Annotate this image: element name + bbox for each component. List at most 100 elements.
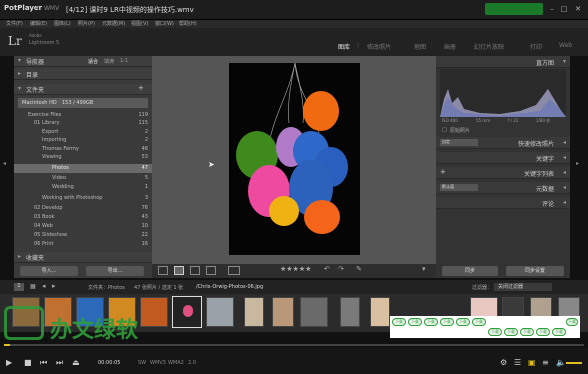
grid-view-icon[interactable]	[158, 266, 168, 275]
people-view-icon[interactable]	[228, 266, 240, 275]
filmstrip-thumb[interactable]	[244, 297, 264, 327]
previous-icon[interactable]: ⏮	[40, 358, 47, 368]
rating-stars[interactable]: ★★★★★	[280, 265, 311, 273]
download-link[interactable]: 下载	[536, 328, 550, 336]
settings-icon[interactable]: ⚙	[500, 358, 507, 367]
filmstrip-thumb[interactable]	[300, 297, 328, 327]
filmstrip-thumb-selected[interactable]	[172, 296, 202, 328]
folder-row[interactable]: Working with Photoshop 3	[14, 194, 152, 202]
folder-row[interactable]: Exercise Files 119	[14, 111, 152, 119]
promo-badge[interactable]	[485, 3, 543, 15]
catalog-header[interactable]: ▸ 目录	[14, 69, 152, 80]
drive-row[interactable]: Macintosh HD 153 / 499GB	[18, 98, 148, 108]
capture-icon[interactable]: ▣	[528, 358, 536, 367]
compare-view-icon[interactable]	[190, 266, 200, 275]
equalizer-icon[interactable]: ≡	[542, 358, 549, 367]
photo-balloons[interactable]	[229, 62, 360, 255]
import-button[interactable]: 导入...	[20, 266, 78, 276]
folder-row[interactable]: 06 Print 16	[14, 240, 152, 248]
volume-icon[interactable]: 🔈	[556, 358, 566, 367]
quick-develop-preset[interactable]: 自定	[440, 139, 478, 146]
comments-header[interactable]: 评论 ◂	[436, 197, 570, 209]
minimize-icon[interactable]: –	[548, 4, 556, 14]
sync-button[interactable]: 同步	[442, 266, 498, 276]
download-link[interactable]: 下载	[392, 318, 406, 326]
menu-window[interactable]: 窗口(W)	[155, 20, 174, 28]
folder-row[interactable]: Wedding 1	[14, 183, 152, 191]
ratio-option[interactable]: 1:1	[120, 58, 128, 64]
folders-header[interactable]: ▾ 文件夹 +	[14, 84, 152, 95]
navigator-header[interactable]: ▾ 导航器 适合 填满 1:1	[14, 56, 152, 67]
fit-option[interactable]: 适合	[88, 58, 98, 65]
metadata-preset[interactable]: 默认值	[440, 184, 478, 191]
add-folder-icon[interactable]: +	[138, 84, 144, 92]
menu-library[interactable]: 图库(L)	[54, 20, 71, 28]
menu-view[interactable]: 视图(V)	[131, 20, 148, 28]
add-keyword-icon[interactable]: +	[440, 168, 446, 176]
loupe-view-icon[interactable]	[174, 266, 184, 275]
next-icon[interactable]: ⏭	[56, 358, 63, 368]
survey-view-icon[interactable]	[206, 266, 216, 275]
close-icon[interactable]: ✕	[574, 4, 582, 14]
module-print[interactable]: 打印	[530, 42, 542, 51]
download-link[interactable]: 下载	[440, 318, 454, 326]
forward-arrow-icon[interactable]: ▸	[52, 282, 56, 290]
menu-photo[interactable]: 照片(P)	[78, 20, 95, 28]
original-photo-checkbox[interactable]: □	[442, 127, 447, 133]
collections-header[interactable]: ▸ 收藏夹	[14, 252, 152, 263]
stop-icon[interactable]: ■	[24, 358, 32, 367]
back-arrow-icon[interactable]: ◂	[42, 282, 46, 290]
module-library[interactable]: 图库	[338, 42, 350, 51]
menu-edit[interactable]: 编辑(E)	[30, 20, 47, 28]
menu-help[interactable]: 帮助(H)	[179, 20, 197, 28]
right-panel-toggle-icon[interactable]: ▸	[576, 160, 579, 167]
painter-icon[interactable]: ✎	[356, 265, 362, 273]
keyword-list-header[interactable]: + 关键字列表 ◂	[436, 167, 570, 179]
playlist-icon[interactable]: ☰	[514, 358, 521, 367]
download-link[interactable]: 下载	[504, 328, 518, 336]
module-develop[interactable]: 修改照片	[367, 42, 391, 51]
folder-row-selected[interactable]: Photos 47	[14, 164, 152, 173]
folder-row[interactable]: 05 Slideshow 22	[14, 231, 152, 239]
filmstrip-thumb[interactable]	[370, 297, 390, 327]
maximize-icon[interactable]: □	[560, 4, 568, 14]
download-link[interactable]: 下载	[566, 318, 578, 326]
filmstrip-thumb[interactable]	[272, 297, 294, 327]
volume-slider[interactable]	[566, 362, 582, 364]
fill-option[interactable]: 填满	[104, 58, 114, 65]
sync-settings-button[interactable]: 同步设置	[506, 266, 564, 276]
page-button[interactable]: 1	[14, 283, 24, 291]
filmstrip-thumb[interactable]	[140, 297, 168, 327]
toolbar-menu-icon[interactable]: ▾	[422, 265, 426, 273]
module-map[interactable]: 地图	[414, 42, 426, 51]
module-book[interactable]: 画册	[444, 42, 456, 51]
grid-icon[interactable]: ▦	[30, 283, 36, 290]
download-link[interactable]: 下载	[552, 328, 566, 336]
export-button[interactable]: 导出...	[86, 266, 144, 276]
download-link[interactable]: 下载	[472, 318, 486, 326]
eject-icon[interactable]: ⏏	[72, 358, 80, 367]
download-link[interactable]: 下载	[408, 318, 422, 326]
folder-row[interactable]: Viewing 53	[14, 153, 152, 161]
download-link[interactable]: 下载	[520, 328, 534, 336]
module-web[interactable]: Web	[559, 42, 572, 49]
quick-develop-header[interactable]: 自定 快速修改照片 ◂	[436, 137, 570, 149]
folder-row[interactable]: 01 Library 115	[14, 119, 152, 127]
download-link[interactable]: 下载	[456, 318, 470, 326]
download-link[interactable]: 下载	[488, 328, 502, 336]
menu-metadata[interactable]: 元数据(M)	[102, 20, 125, 28]
folder-row[interactable]: Importing 2	[14, 136, 152, 144]
left-panel-toggle-icon[interactable]: ◂	[3, 160, 6, 167]
folder-row[interactable]: Video 5	[14, 174, 152, 182]
folder-row[interactable]: 02 Develop 76	[14, 204, 152, 212]
play-icon[interactable]: ▶	[6, 358, 12, 367]
metadata-header[interactable]: 默认值 元数据 ◂	[436, 182, 570, 194]
download-link[interactable]: 下载	[424, 318, 438, 326]
folder-row[interactable]: Thomas Fermy 46	[14, 145, 152, 153]
rotate-left-icon[interactable]: ↶	[324, 265, 330, 273]
menu-dropdown-icon[interactable]: ▾	[36, 4, 39, 11]
keywords-header[interactable]: 关键字 ◂	[436, 152, 570, 164]
histogram-header[interactable]: 直方图 ▾	[436, 56, 570, 68]
module-slideshow[interactable]: 幻灯片放映	[474, 42, 504, 51]
filmstrip-thumb[interactable]	[340, 297, 360, 327]
